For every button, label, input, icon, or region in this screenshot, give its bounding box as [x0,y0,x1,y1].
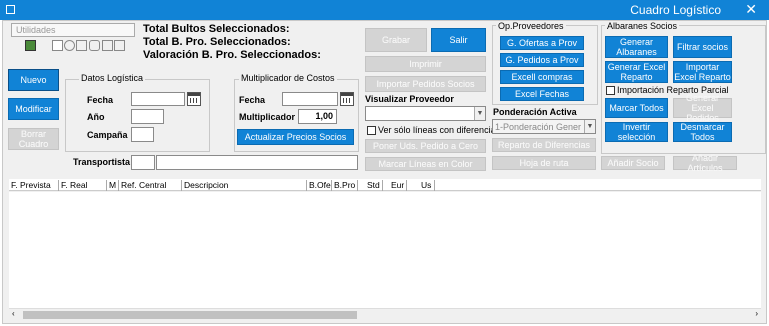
transportista-name-input[interactable] [156,155,358,170]
borrar-cuadro-button[interactable]: Borrar Cuadro [8,128,59,150]
grabar-button[interactable]: Grabar [365,28,427,52]
generar-excel-reparto-button[interactable]: Generar Excel Reparto [605,61,668,83]
datos-anio-input[interactable] [131,109,164,124]
generar-excel-pedidos-button[interactable]: Generar Excel Pedidos [673,93,732,123]
ofertas-prov-button[interactable]: G. Ofertas a Prov [500,36,584,50]
anadir-socio-button[interactable]: Añadir Socio [601,156,665,170]
scrollbar-thumb[interactable] [23,311,357,319]
multiplicador-label: Multiplicador [239,112,295,122]
hoja-ruta-button[interactable]: Hoja de ruta [492,156,596,170]
main-window: Utilidades Total Bultos Seleccionados: T… [2,20,767,324]
invertir-seleccion-button[interactable]: Invertir selección [605,122,668,142]
utilidades-tab-label: Utilidades [16,25,56,35]
print-icon[interactable] [76,40,87,51]
column-header[interactable]: Eur [389,180,407,191]
column-header[interactable]: Ref. Central [119,180,182,191]
column-header[interactable]: B.Pro [332,180,358,191]
excell-compras-button[interactable]: Excell compras [500,70,584,84]
mult-fecha-input[interactable] [282,92,338,106]
ver-solo-diferencias-label: Ver sólo líneas con diferencias [378,125,501,135]
visualizar-proveedor-title: Visualizar Proveedor [365,94,454,104]
column-header[interactable]: F. Real [59,180,107,191]
calendar-icon[interactable] [187,92,201,106]
column-header[interactable]: Descripcion [182,180,307,191]
excel-fechas-button[interactable]: Excel Fechas [500,87,584,101]
ponderacion-select[interactable]: 1-Ponderación Gener ▼ [492,119,596,134]
multiplicador-title: Multiplicador de Costos [239,73,337,83]
importar-pedidos-button[interactable]: Importar Pedidos Socios [365,76,486,92]
window-title: Cuadro Logístico [630,3,721,17]
title-bar: Cuadro Logístico ✕ [0,0,769,20]
anadir-articulos-button[interactable]: Añadir Artículos [673,153,737,173]
pedidos-prov-button[interactable]: G. Pedidos a Prov [500,53,584,67]
importar-excel-reparto-button[interactable]: Importar Excel Reparto [673,61,732,83]
valoracion-label: Valoración B. Pro. Seleccionados: [143,49,321,61]
binoculars-icon[interactable] [89,40,100,51]
total-bpro-label: Total B. Pro. Seleccionados: [143,36,291,48]
generar-albaranes-button[interactable]: Generar Albaranes [605,36,668,58]
scroll-left-icon[interactable]: ‹ [12,309,15,318]
app-icon [6,5,15,14]
document-icon[interactable] [52,40,63,51]
ver-solo-diferencias-checkbox[interactable] [367,126,376,135]
column-header[interactable]: Us [419,180,435,191]
exit-door-icon[interactable] [25,40,36,51]
actualizar-precios-button[interactable]: Actualizar Precios Socios [237,129,354,145]
binoculars-filter-icon[interactable] [114,40,125,51]
refresh-icon[interactable] [64,40,75,51]
ponderacion-title: Ponderación Activa [493,107,577,117]
transportista-label: Transportista [73,157,131,167]
imprimir-button[interactable]: Imprimir [365,56,486,72]
op-proveedores-title: Op.Proveedores [496,21,566,31]
data-grid[interactable] [9,192,761,309]
datos-fecha-input[interactable] [131,92,185,106]
datos-campana-input[interactable] [131,127,154,142]
mult-fecha-label: Fecha [239,95,266,105]
grid-header: F. Prevista F. Real M Ref. Central Descr… [9,179,761,191]
close-icon[interactable]: ✕ [745,1,757,18]
column-header[interactable]: F. Prevista [9,180,59,191]
datos-anio-label: Año [87,112,105,122]
salir-button[interactable]: Salir [431,28,486,52]
transportista-code-input[interactable] [131,155,155,170]
datos-logistica-title: Datos Logística [79,73,146,83]
albaranes-title: Albaranes Socios [605,21,680,31]
datos-campana-label: Campaña [87,130,128,140]
filtrar-socios-button[interactable]: Filtrar socios [673,36,732,58]
calendar-icon[interactable] [340,92,354,106]
column-header[interactable]: Std [365,180,383,191]
column-header[interactable]: B.Ofe [307,180,332,191]
desmarcar-todos-button[interactable]: Desmarcar Todos [673,122,732,142]
marcar-todos-button[interactable]: Marcar Todos [605,98,668,118]
importacion-parcial-checkbox[interactable] [606,86,615,95]
datos-fecha-label: Fecha [87,95,114,105]
total-bultos-label: Total Bultos Seleccionados: [143,23,290,35]
modificar-button[interactable]: Modificar [8,98,59,120]
marcar-lineas-button[interactable]: Marcar Líneas en Color [365,157,486,171]
multiplicador-input[interactable]: 1,00 [298,109,337,124]
column-header[interactable]: M [107,180,119,191]
utilidades-tab[interactable]: Utilidades [11,23,135,37]
scroll-right-icon[interactable]: › [755,309,758,318]
reparto-diferencias-button[interactable]: Reparto de Diferencias [492,138,596,152]
nuevo-button[interactable]: Nuevo [8,69,59,91]
chevron-down-icon: ▼ [584,120,595,133]
ponderacion-selected: 1-Ponderación Gener [495,122,582,132]
poner-uds-button[interactable]: Poner Uds. Pedido a Cero [365,139,486,153]
proveedor-select[interactable]: ▼ [365,106,486,121]
filter-icon[interactable] [102,40,113,51]
horizontal-scrollbar[interactable]: ‹ › [9,308,761,320]
chevron-down-icon: ▼ [474,107,485,120]
